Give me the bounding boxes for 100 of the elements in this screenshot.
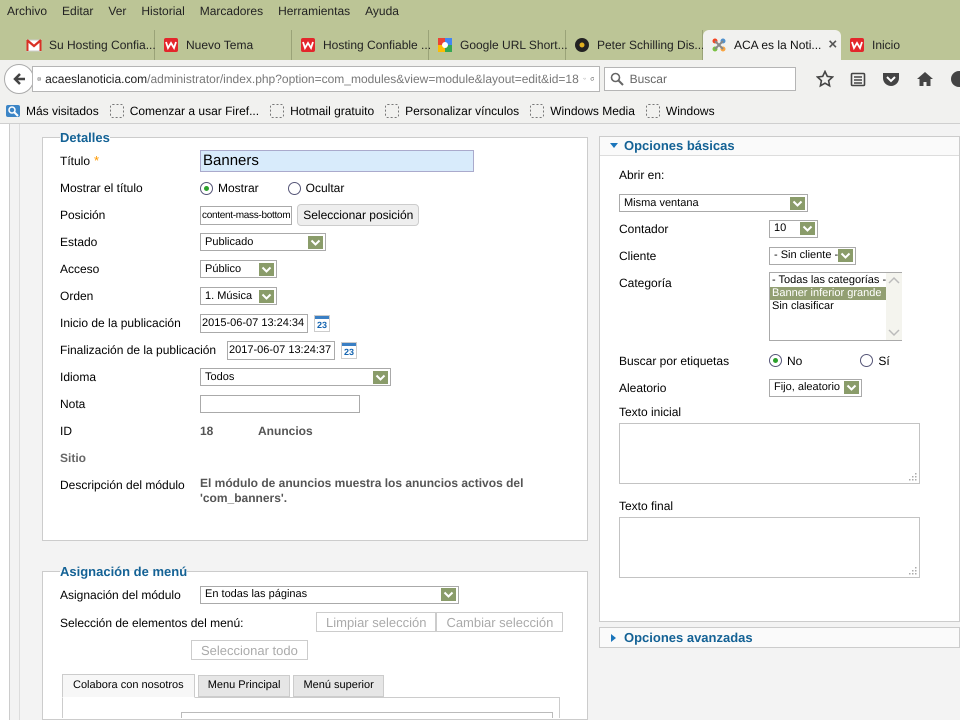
chevron-down-icon (800, 222, 815, 235)
chat-icon[interactable] (950, 71, 960, 87)
menu-item[interactable]: Archivo (7, 2, 48, 20)
star-icon[interactable] (816, 70, 834, 88)
page-icon (529, 102, 546, 118)
field-label: Abrir en: (619, 167, 666, 184)
list-option[interactable]: Sin clasificar (770, 300, 886, 313)
radio-button[interactable] (288, 182, 301, 194)
text-field[interactable]: Banners (200, 150, 474, 172)
bookmark[interactable]: Comenzar a usar Firef... (108, 102, 260, 120)
field-label: Contador (619, 220, 670, 238)
field-label: Inicio de la publicación (60, 315, 181, 332)
menu-item[interactable]: Historial (141, 2, 185, 20)
bookmark[interactable]: Personalizar vínculos (384, 102, 520, 120)
page-icon (269, 102, 286, 118)
back-button[interactable] (4, 64, 34, 94)
chevron-down-icon (373, 370, 388, 384)
text-field[interactable]: content-mass-bottom (200, 206, 292, 224)
menu-item[interactable]: Editar (62, 2, 94, 20)
chevron-down-icon (308, 236, 323, 248)
radio-option[interactable]: No (769, 352, 802, 370)
search-folder-icon (5, 102, 21, 118)
dropdown[interactable]: 1. Música (200, 287, 277, 305)
search-field[interactable]: Buscar (604, 67, 796, 91)
panel-header[interactable]: Opciones avanzadas (600, 628, 959, 647)
field-label: Asignación del módulo (60, 586, 182, 604)
required-mark: * (94, 152, 100, 170)
calendar-button[interactable]: 23 (314, 314, 330, 332)
menu-tab[interactable]: Menu Principal (198, 674, 290, 696)
page-icon (644, 102, 661, 118)
home-icon[interactable] (916, 71, 934, 87)
calendar-button[interactable]: 23 (341, 342, 357, 358)
radio-button[interactable] (860, 354, 874, 367)
radio-button[interactable] (769, 354, 782, 367)
reading-list-icon[interactable] (850, 71, 866, 87)
radio-option[interactable]: Ocultar (288, 179, 344, 197)
menu-item[interactable]: Ver (108, 2, 126, 20)
text-field[interactable] (200, 395, 360, 413)
address-bar[interactable]: acaeslanoticia.com/administrator/index.php?option=com_modules&view=module&layout=edit&id=18 (32, 66, 600, 92)
pocket-icon[interactable] (882, 71, 900, 87)
chevron-down-icon (259, 290, 274, 302)
field-label: Sitio (60, 450, 86, 467)
radio-option[interactable]: Sí (860, 352, 890, 370)
disc-icon (574, 37, 590, 53)
id-value: 18 (200, 423, 214, 440)
list-option[interactable]: - Todas las categorías - (770, 274, 886, 287)
url-path: /administrator/index.php?option=com_modules&view=module&layout=edit&id=18 (147, 72, 579, 86)
search-icon (610, 72, 624, 86)
four-color-icon (437, 37, 453, 53)
page-icon (384, 102, 400, 118)
menu-item[interactable]: Ayuda (365, 2, 399, 20)
caret-down-icon (610, 142, 618, 150)
bookmark[interactable]: Windows Media (529, 102, 635, 120)
section-title: Asignación de menú (60, 563, 188, 581)
date-field[interactable]: 2017-06-07 13:24:37 (227, 340, 335, 360)
flower-icon (711, 37, 727, 53)
radio-option[interactable]: Mostrar (200, 179, 259, 197)
module-type: Anuncios (258, 423, 313, 440)
field-label: Categoría (619, 275, 673, 292)
field-label: Posición (60, 207, 106, 224)
date-field[interactable]: 2015-06-07 13:24:34 (200, 314, 308, 332)
menu-tab[interactable]: Colabora con nosotros (62, 674, 195, 698)
menu-item[interactable]: Herramientas (278, 2, 350, 20)
envelope-icon (26, 37, 42, 53)
dropdown[interactable]: Todos (200, 368, 391, 386)
chevron-down-icon (838, 249, 854, 262)
field-label: Cliente (619, 248, 658, 264)
dropdown[interactable]: Fijo, aleatorio (769, 378, 862, 396)
bookmark[interactable]: Windows (644, 102, 715, 120)
field-label: Nota (60, 396, 86, 413)
url-host: acaeslanoticia.com (45, 72, 148, 86)
chevron-down-icon (441, 588, 456, 601)
field-label: ID (60, 423, 72, 440)
module-description: El módulo de anuncios muestra los anuncios activos del 'com_banners'. (200, 476, 524, 506)
field-label: Descripción del módulo (60, 476, 185, 494)
bookmark[interactable]: Hotmail gratuito (269, 102, 374, 120)
radio-button[interactable] (200, 182, 213, 194)
dropdown[interactable]: En todas las páginas (200, 586, 459, 604)
field-label: Buscar por etiquetas (619, 352, 730, 370)
page-icon (108, 102, 125, 118)
list-box[interactable]: - Todas las categorías - Banner inferior grande Sin clasificar (769, 272, 902, 341)
close-tab-button[interactable]: × (828, 34, 838, 56)
resize-grip-icon[interactable] (909, 567, 917, 575)
browser-tab[interactable]: ACA es la Noti... × (703, 30, 841, 60)
menu-tab[interactable]: Menú superior (293, 674, 384, 696)
select-position-button[interactable]: Seleccionar posición (297, 204, 420, 226)
dropdown[interactable]: Misma ventana (619, 194, 808, 212)
section-title: Detalles (60, 129, 110, 147)
field-label: Título (60, 153, 90, 170)
panel-header[interactable]: Opciones básicas (600, 137, 959, 156)
field-label: Selección de elementos del menú: (60, 614, 244, 632)
bookmark[interactable]: Más visitados (5, 102, 99, 120)
dropdown[interactable]: - Sin cliente - (769, 246, 856, 264)
field-label: Finalización de la publicación (60, 342, 216, 359)
dropdown[interactable]: 10 (769, 220, 818, 238)
dropdown[interactable]: Público (200, 260, 277, 278)
w-logo-icon (300, 37, 316, 53)
resize-grip-icon[interactable] (909, 473, 917, 481)
dropdown[interactable]: Publicado (200, 233, 326, 251)
menu-item[interactable]: Marcadores (200, 2, 264, 20)
